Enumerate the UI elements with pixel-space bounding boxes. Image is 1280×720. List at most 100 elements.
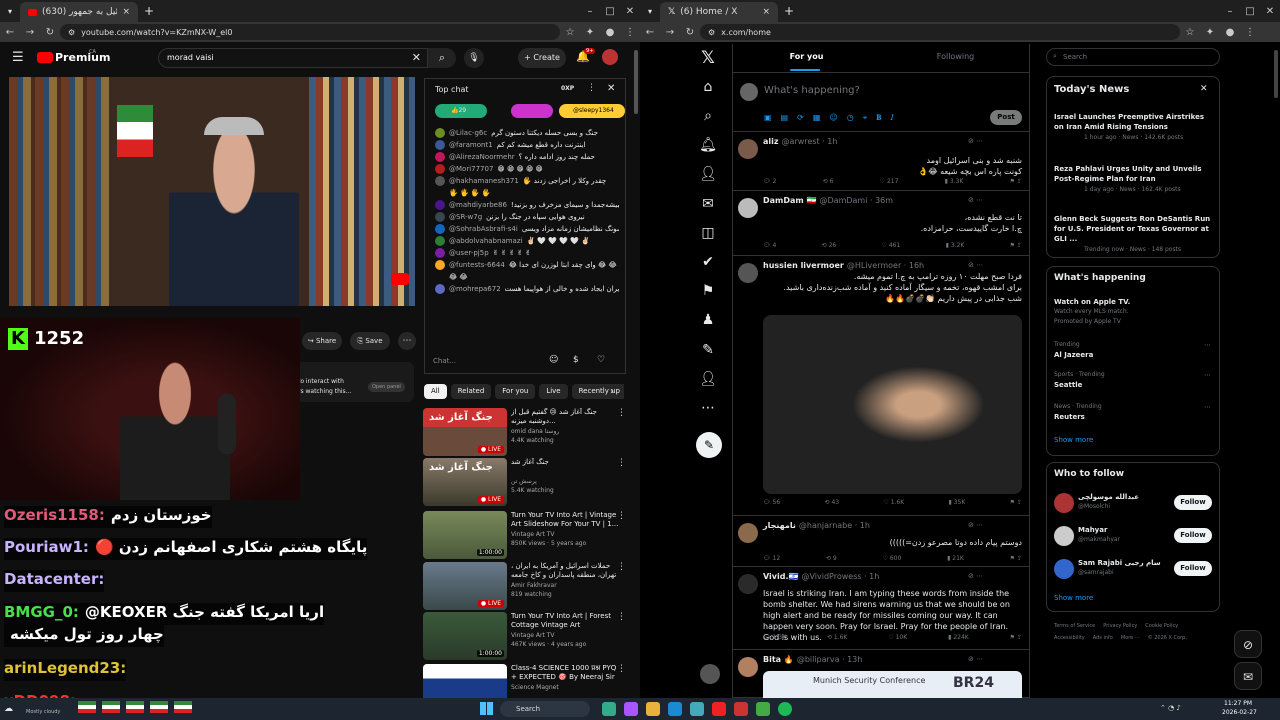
jobs-icon[interactable]: ♟ bbox=[696, 308, 720, 332]
back-icon[interactable]: ← bbox=[640, 27, 660, 38]
avatar[interactable] bbox=[602, 49, 618, 65]
maximize-button[interactable]: □ bbox=[1240, 6, 1260, 17]
chat-username[interactable]: @Mori77707 bbox=[449, 165, 493, 173]
tweet-card[interactable]: Munich Security Conference BR24 bbox=[763, 671, 1022, 698]
avatar[interactable] bbox=[1054, 526, 1074, 546]
tweet[interactable]: aliz @arwrest · 1h ⊘ ⋯ شنبه شد و بنی اسرائی… bbox=[732, 133, 1030, 191]
avatar[interactable] bbox=[435, 260, 445, 270]
bookmark-share-icons[interactable]: ⚑ ⇪ bbox=[1010, 634, 1022, 641]
footer-link[interactable]: Terms of Service bbox=[1054, 620, 1095, 632]
trend-item[interactable]: Watch on Apple TV. Watch every MLS match.… bbox=[1054, 297, 1214, 327]
video-thumbnail[interactable]: ● LIVE bbox=[423, 562, 507, 610]
video-thumbnail[interactable]: 1:00:00 bbox=[423, 511, 507, 559]
account-avatar[interactable] bbox=[700, 664, 720, 684]
retweet-icon[interactable]: ⟲ 6 bbox=[823, 178, 834, 185]
scrollbar[interactable] bbox=[634, 50, 638, 114]
clear-search-icon[interactable]: ✕ bbox=[412, 51, 421, 64]
trend-item[interactable]: Trending Al Jazeera ⋯ bbox=[1054, 340, 1214, 360]
emoji-icon[interactable]: ☺ bbox=[549, 355, 558, 365]
trend-menu-icon[interactable]: ⋯ bbox=[1204, 340, 1211, 350]
video-menu-icon[interactable]: ⋮ bbox=[617, 511, 626, 521]
grok-float-button[interactable]: ⊘ bbox=[1234, 630, 1262, 658]
tray-icons[interactable]: ⌃ ◔ ♪ bbox=[1160, 704, 1181, 712]
avatar[interactable] bbox=[1054, 493, 1074, 513]
video-item[interactable]: جنگ آغاز شد ● LIVE جنگ آغاز شد پرسش تن 5.4K … bbox=[423, 458, 633, 506]
footer-link[interactable]: © 2026 X Corp. bbox=[1148, 632, 1187, 644]
follow-suggestion[interactable]: Sam Rajabi سام رجبی @samrajabi Follow bbox=[1054, 558, 1214, 580]
video-channel[interactable]: پرسش تن bbox=[511, 478, 537, 485]
video-menu-icon[interactable]: ⋮ bbox=[617, 408, 626, 418]
video-title[interactable]: Turn Your TV Into Art | Vintage Art Slid… bbox=[511, 511, 619, 529]
clock-time[interactable]: 11:27 PM bbox=[1224, 700, 1252, 707]
clock-date[interactable]: 2026-02-27 bbox=[1222, 709, 1257, 716]
video-menu-icon[interactable]: ⋮ bbox=[617, 562, 626, 572]
grok-icon[interactable]: ⊘ ⋯ bbox=[968, 572, 983, 580]
video-channel[interactable]: Science Magnet bbox=[511, 684, 559, 691]
youtube-app-icon[interactable] bbox=[712, 702, 726, 716]
video-item[interactable]: 1:00:00 Turn Your TV Into Art | Forest Co… bbox=[423, 612, 633, 660]
video-title[interactable]: حملات اسرائیل و آمریکا به ایران ، تهران،… bbox=[511, 562, 619, 580]
video-item[interactable]: 1:00:00 Turn Your TV Into Art | Vintage A… bbox=[423, 511, 633, 559]
tweet[interactable]: hussien livermoer @HLivermoer · 16h ⊘ ⋯ فرد… bbox=[732, 257, 1030, 516]
bookmark-share-icons[interactable]: ⚑ ⇪ bbox=[1010, 555, 1022, 562]
super-chat-icon[interactable]: $ bbox=[573, 355, 579, 365]
profile-icon[interactable]: ● bbox=[600, 27, 620, 38]
tab-youtube[interactable]: (630) حمله اسرائیل به جمهور × bbox=[20, 2, 138, 22]
close-icon[interactable]: × bbox=[762, 7, 770, 17]
chat-username[interactable]: @user-pj5p bbox=[449, 249, 489, 257]
tweet-handle[interactable]: @DamDami · 36m bbox=[820, 196, 894, 205]
save-button[interactable]: ⎘ Save bbox=[350, 332, 390, 350]
explorer-icon[interactable] bbox=[646, 702, 660, 716]
compose-input[interactable]: What's happening? bbox=[764, 85, 860, 96]
close-icon[interactable]: × bbox=[122, 7, 130, 17]
bookmark-share-icons[interactable]: ⚑ ⇪ bbox=[1010, 242, 1022, 249]
minimize-button[interactable]: – bbox=[580, 6, 600, 17]
url-field[interactable]: ⚙ x.com/home bbox=[700, 24, 1180, 40]
reply-icon[interactable]: 💬︎ 12 bbox=[763, 555, 780, 562]
video-thumbnail[interactable]: 1:00:00 bbox=[423, 612, 507, 660]
grok-icon[interactable]: ⊘ ⋯ bbox=[968, 521, 983, 529]
forward-icon[interactable]: → bbox=[20, 27, 40, 38]
compose-post-button[interactable]: ✎ bbox=[696, 432, 722, 458]
copilot-icon[interactable] bbox=[624, 702, 638, 716]
reply-icon[interactable]: 💬︎ 2 bbox=[763, 178, 776, 185]
news-close-icon[interactable]: ✕ bbox=[1200, 84, 1208, 94]
close-window-button[interactable]: ✕ bbox=[620, 6, 640, 17]
video-player[interactable] bbox=[9, 77, 415, 306]
video-menu-icon[interactable]: ⋮ bbox=[617, 612, 626, 622]
show-more-follow[interactable]: Show more bbox=[1054, 594, 1093, 602]
grok-icon[interactable]: ⊘ ⋯ bbox=[968, 655, 983, 663]
chat-title[interactable]: Top chat bbox=[435, 85, 469, 94]
tweet[interactable]: نامهنجار @hanjarnabe · 1h ⊘ ⋯ دوستم پیام دا… bbox=[732, 517, 1030, 567]
more-actions-button[interactable]: ⋯ bbox=[398, 332, 416, 350]
extensions-icon[interactable]: ✦ bbox=[580, 27, 600, 38]
avatar[interactable] bbox=[435, 200, 445, 210]
tweet-author[interactable]: Vivid.🇮🇱 bbox=[763, 572, 798, 581]
video-channel[interactable]: Vintage Art TV bbox=[511, 632, 554, 639]
tweet-handle[interactable]: @HLivermoer · 16h bbox=[847, 261, 924, 270]
follow-button[interactable]: Follow bbox=[1174, 528, 1212, 543]
tweet-handle[interactable]: @hanjarnabe · 1h bbox=[799, 521, 870, 530]
close-window-button[interactable]: ✕ bbox=[1260, 6, 1280, 17]
tweet-author[interactable]: aliz bbox=[763, 137, 779, 146]
widgets-icon[interactable] bbox=[602, 702, 616, 716]
video-title[interactable]: جنگ آغاز شد bbox=[511, 458, 619, 476]
retweet-icon[interactable]: ⟲ 9 bbox=[826, 555, 837, 562]
video-menu-icon[interactable]: ⋮ bbox=[617, 664, 626, 674]
chat-username[interactable]: @funtests-6644 bbox=[449, 261, 505, 269]
messages-icon[interactable]: ✉ bbox=[696, 192, 720, 216]
like-icon[interactable]: ♡ 1.6K bbox=[883, 499, 904, 506]
video-item[interactable]: ● LIVE حملات اسرائیل و آمریکا به ایران ، … bbox=[423, 562, 633, 610]
chat-username[interactable]: @SR-w7g bbox=[449, 213, 482, 221]
reply-icon[interactable]: 💬︎ 1.3K bbox=[763, 634, 786, 641]
url-field[interactable]: ⚙ youtube.com/watch?v=KZmNX-W_el0 bbox=[60, 24, 560, 40]
youtube-logo-icon[interactable] bbox=[37, 52, 53, 63]
avatar[interactable] bbox=[1054, 559, 1074, 579]
more-icon[interactable]: ⋯ bbox=[696, 396, 720, 420]
chat-username[interactable]: @AlirezaNoormehr bbox=[449, 153, 515, 161]
video-thumbnail[interactable]: جنگ آغاز شد ● LIVE bbox=[423, 408, 507, 456]
avatar[interactable] bbox=[738, 574, 758, 594]
news-item[interactable]: Glenn Beck Suggests Ron DeSantis Run for… bbox=[1054, 214, 1214, 253]
views-icon[interactable]: ▮ 224K bbox=[948, 634, 969, 641]
reload-icon[interactable]: ↻ bbox=[680, 27, 700, 38]
